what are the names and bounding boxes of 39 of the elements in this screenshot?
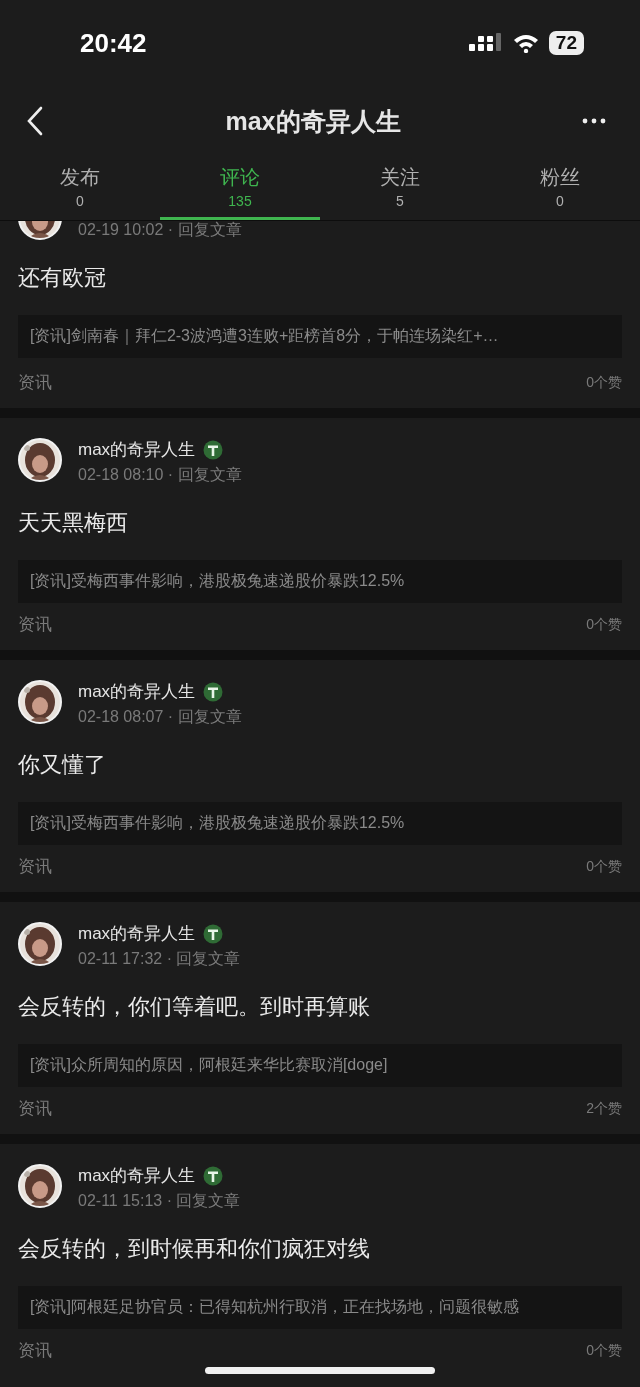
category-label: 资讯 <box>18 1098 52 1120</box>
like-count: 2个赞 <box>586 1099 622 1118</box>
category-label: 资讯 <box>18 614 52 636</box>
author-name[interactable]: max的奇异人生 <box>78 680 196 703</box>
back-icon[interactable] <box>26 106 44 136</box>
tab[interactable]: 关注 5 <box>320 156 480 220</box>
like-count: 0个赞 <box>586 615 622 634</box>
category-label: 资讯 <box>18 1340 52 1362</box>
comment-text: 会反转的，你们等着吧。到时再算账 <box>18 993 371 1021</box>
author-name[interactable]: max的奇异人生 <box>78 922 196 945</box>
battery-indicator: 72 <box>548 31 584 55</box>
author-name[interactable]: max的奇异人生 <box>78 438 196 461</box>
comment-time: 02-18 08:10 · 回复文章 <box>78 465 242 485</box>
tab[interactable]: 粉丝 0 <box>480 156 640 220</box>
like-count: 0个赞 <box>586 857 622 876</box>
status-time: 20:42 <box>80 27 147 59</box>
page-title: max的奇异人生 <box>225 105 401 137</box>
tab[interactable]: 发布 0 <box>0 156 160 220</box>
author-name[interactable]: max的奇异人生 <box>78 1164 196 1187</box>
comment-time: 02-11 17:32 · 回复文章 <box>78 949 241 969</box>
category-label: 资讯 <box>18 856 52 878</box>
signal-icon <box>468 33 503 53</box>
comment-time: 02-11 15:13 · 回复文章 <box>78 1191 241 1211</box>
like-count: 0个赞 <box>586 373 622 392</box>
comment-text: 还有欧冠 <box>18 264 107 292</box>
comment-text: 你又懂了 <box>18 751 107 779</box>
wifi-icon <box>512 33 539 53</box>
more-icon[interactable] <box>582 118 606 124</box>
quoted-article[interactable]: [资讯]受梅西事件影响，港股极兔速递股价暴跌12.5% <box>18 802 622 845</box>
like-count: 0个赞 <box>586 1341 622 1360</box>
quoted-article[interactable]: [资讯]阿根廷足协官员：已得知杭州行取消，正在找场地，问题很敏感 <box>18 1286 622 1329</box>
category-label: 资讯 <box>18 372 52 394</box>
comment-text: 天天黑梅西 <box>18 509 129 537</box>
comment-text: 会反转的，到时候再和你们疯狂对线 <box>18 1235 371 1263</box>
quoted-article[interactable]: [资讯]众所周知的原因，阿根廷来华比赛取消[doge] <box>18 1044 622 1087</box>
comment-time: 02-18 08:07 · 回复文章 <box>78 707 242 727</box>
comment-time: 02-19 10:02 · 回复文章 <box>78 221 242 240</box>
quoted-article[interactable]: [资讯]受梅西事件影响，港股极兔速递股价暴跌12.5% <box>18 560 622 603</box>
quoted-article[interactable]: [资讯]剑南春｜拜仁2-3波鸿遭3连败+距榜首8分，于帕连场染红+… <box>18 315 622 358</box>
